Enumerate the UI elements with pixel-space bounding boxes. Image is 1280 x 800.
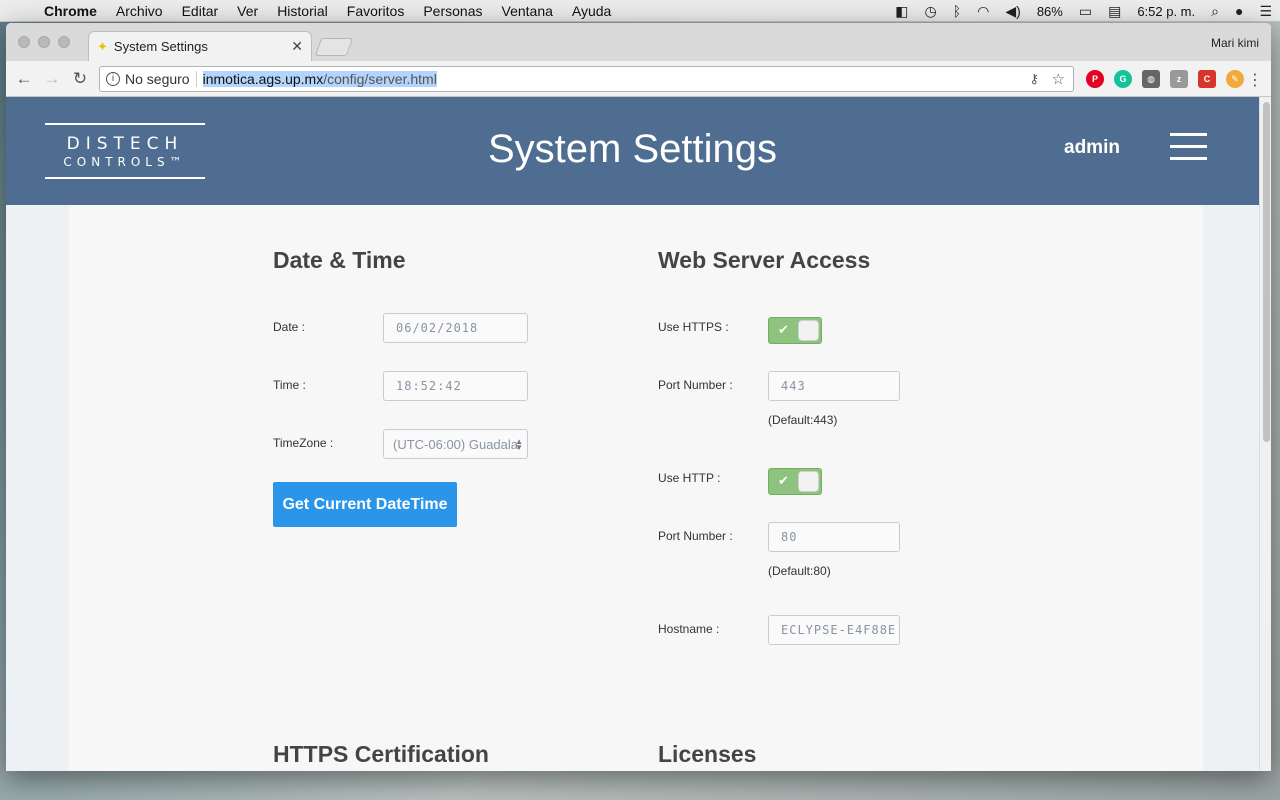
- https-port-input[interactable]: 443: [768, 371, 900, 401]
- minimize-window-button[interactable]: [38, 36, 50, 48]
- bluetooth-icon[interactable]: ᛒ: [953, 3, 961, 19]
- siri-icon[interactable]: ●: [1235, 3, 1243, 19]
- page-viewport: DISTECH CONTROLS™ System Settings admin …: [6, 97, 1271, 771]
- favicon-icon: ✦: [97, 38, 108, 54]
- chrome-menu-icon[interactable]: ⋮: [1247, 70, 1263, 90]
- security-label[interactable]: No seguro: [125, 71, 197, 87]
- https-certification-title: HTTPS Certification: [273, 741, 489, 767]
- extensions-bar: P G ◍ z C ✎: [1086, 70, 1254, 88]
- select-arrows-icon: ▲ ▼: [515, 437, 523, 452]
- window-controls: [18, 36, 78, 48]
- extension-icon[interactable]: ◍: [1142, 70, 1160, 88]
- get-current-datetime-button[interactable]: Get Current DateTime: [273, 482, 457, 527]
- app-header: DISTECH CONTROLS™ System Settings admin: [6, 97, 1259, 205]
- key-icon[interactable]: ⚷: [1029, 71, 1039, 87]
- volume-icon[interactable]: ◀): [1005, 3, 1020, 20]
- notification-center-icon[interactable]: ☰: [1259, 3, 1272, 20]
- browser-window: ✦ System Settings ✕ Mari kimi ← → ↻ i No…: [6, 23, 1271, 771]
- timezone-label: TimeZone :: [273, 436, 334, 450]
- menu-personas[interactable]: Personas: [423, 3, 482, 19]
- http-port-default: (Default:80): [768, 564, 831, 578]
- tab-title: System Settings: [113, 39, 208, 54]
- hostname-input[interactable]: ECLYPSE-E4F88E: [768, 615, 900, 645]
- menu-historial[interactable]: Historial: [277, 3, 328, 19]
- close-window-button[interactable]: [18, 36, 30, 48]
- check-icon: ✔: [778, 473, 789, 488]
- settings-content: Date & Time Date : 06/02/2018 Time : 18:…: [69, 205, 1203, 771]
- use-http-toggle[interactable]: ✔: [768, 468, 822, 495]
- date-input[interactable]: 06/02/2018: [383, 313, 528, 343]
- battery-icon[interactable]: ▭: [1079, 3, 1092, 20]
- scrollbar-thumb[interactable]: [1263, 102, 1270, 442]
- url-host: inmotica.ags.up.mx: [202, 71, 324, 87]
- cors-extension-icon[interactable]: C: [1198, 70, 1216, 88]
- forward-arrow-icon[interactable]: →: [38, 69, 66, 89]
- grammarly-extension-icon[interactable]: G: [1114, 70, 1132, 88]
- use-https-label: Use HTTPS :: [658, 320, 729, 334]
- http-port-input[interactable]: 80: [768, 522, 900, 552]
- input-flag-icon[interactable]: ▤: [1108, 3, 1121, 20]
- timezone-select[interactable]: (UTC-06:00) Guadala ▲ ▼: [383, 429, 528, 459]
- hostname-label: Hostname :: [658, 622, 720, 636]
- tab-system-settings[interactable]: ✦ System Settings ✕: [88, 31, 312, 61]
- wifi-icon[interactable]: ◠: [977, 3, 989, 20]
- tab-close-icon[interactable]: ✕: [291, 38, 303, 55]
- menu-editar[interactable]: Editar: [182, 3, 219, 19]
- date-time-title: Date & Time: [273, 247, 406, 273]
- pinterest-extension-icon[interactable]: P: [1086, 70, 1104, 88]
- menu-archivo[interactable]: Archivo: [116, 3, 163, 19]
- info-icon[interactable]: i: [106, 72, 120, 86]
- use-http-label: Use HTTP :: [658, 471, 721, 485]
- menubar-clock[interactable]: 6:52 p. m.: [1137, 4, 1195, 19]
- time-input[interactable]: 18:52:42: [383, 371, 528, 401]
- gitzip-extension-icon[interactable]: z: [1170, 70, 1188, 88]
- web-server-access-title: Web Server Access: [658, 247, 871, 273]
- url-path: /config/server.html: [323, 71, 437, 87]
- https-port-default: (Default:443): [768, 413, 838, 427]
- check-icon: ✔: [778, 322, 789, 337]
- time-label: Time :: [273, 378, 306, 392]
- bookmark-star-icon[interactable]: ☆: [1052, 70, 1065, 88]
- browser-toolbar: ← → ↻ i No seguro inmotica.ags.up.mx/con…: [6, 61, 1271, 97]
- app-status-icon[interactable]: ◧: [895, 3, 908, 20]
- profile-name[interactable]: Mari kimi: [1211, 36, 1259, 50]
- color-picker-extension-icon[interactable]: ✎: [1226, 70, 1244, 88]
- zoom-window-button[interactable]: [58, 36, 70, 48]
- back-arrow-icon[interactable]: ←: [10, 69, 38, 89]
- hamburger-menu-icon[interactable]: [1170, 133, 1207, 160]
- spotlight-icon[interactable]: ⌕: [1211, 3, 1219, 20]
- menu-favoritos[interactable]: Favoritos: [347, 3, 405, 19]
- page-scrollbar[interactable]: [1259, 97, 1271, 771]
- menu-ventana[interactable]: Ventana: [502, 3, 553, 19]
- http-port-label: Port Number :: [658, 529, 733, 543]
- menu-ayuda[interactable]: Ayuda: [572, 3, 611, 19]
- menu-ver[interactable]: Ver: [237, 3, 258, 19]
- macos-menubar: Chrome Archivo Editar Ver Historial Favo…: [0, 0, 1280, 22]
- tab-strip: ✦ System Settings ✕ Mari kimi: [6, 23, 1271, 61]
- menubar-status-area: ◧ ◷ ᛒ ◠ ◀) 86% ▭ ▤ 6:52 p. m. ⌕ ● ☰: [887, 0, 1280, 22]
- url-text[interactable]: inmotica.ags.up.mx/config/server.html: [202, 71, 437, 87]
- date-label: Date :: [273, 320, 306, 334]
- toggle-knob: [798, 471, 819, 492]
- menu-chrome[interactable]: Chrome: [44, 3, 97, 19]
- new-tab-button[interactable]: [314, 38, 354, 56]
- user-menu[interactable]: admin: [1064, 137, 1120, 159]
- address-bar[interactable]: i No seguro inmotica.ags.up.mx/config/se…: [99, 66, 1074, 92]
- time-machine-icon[interactable]: ◷: [925, 3, 937, 20]
- use-https-toggle[interactable]: ✔: [768, 317, 822, 344]
- reload-icon[interactable]: ↻: [66, 69, 94, 89]
- toggle-knob: [798, 320, 819, 341]
- https-port-label: Port Number :: [658, 378, 733, 392]
- battery-percent[interactable]: 86%: [1037, 4, 1063, 19]
- timezone-value: (UTC-06:00) Guadala: [393, 436, 518, 452]
- licenses-title: Licenses: [658, 741, 757, 767]
